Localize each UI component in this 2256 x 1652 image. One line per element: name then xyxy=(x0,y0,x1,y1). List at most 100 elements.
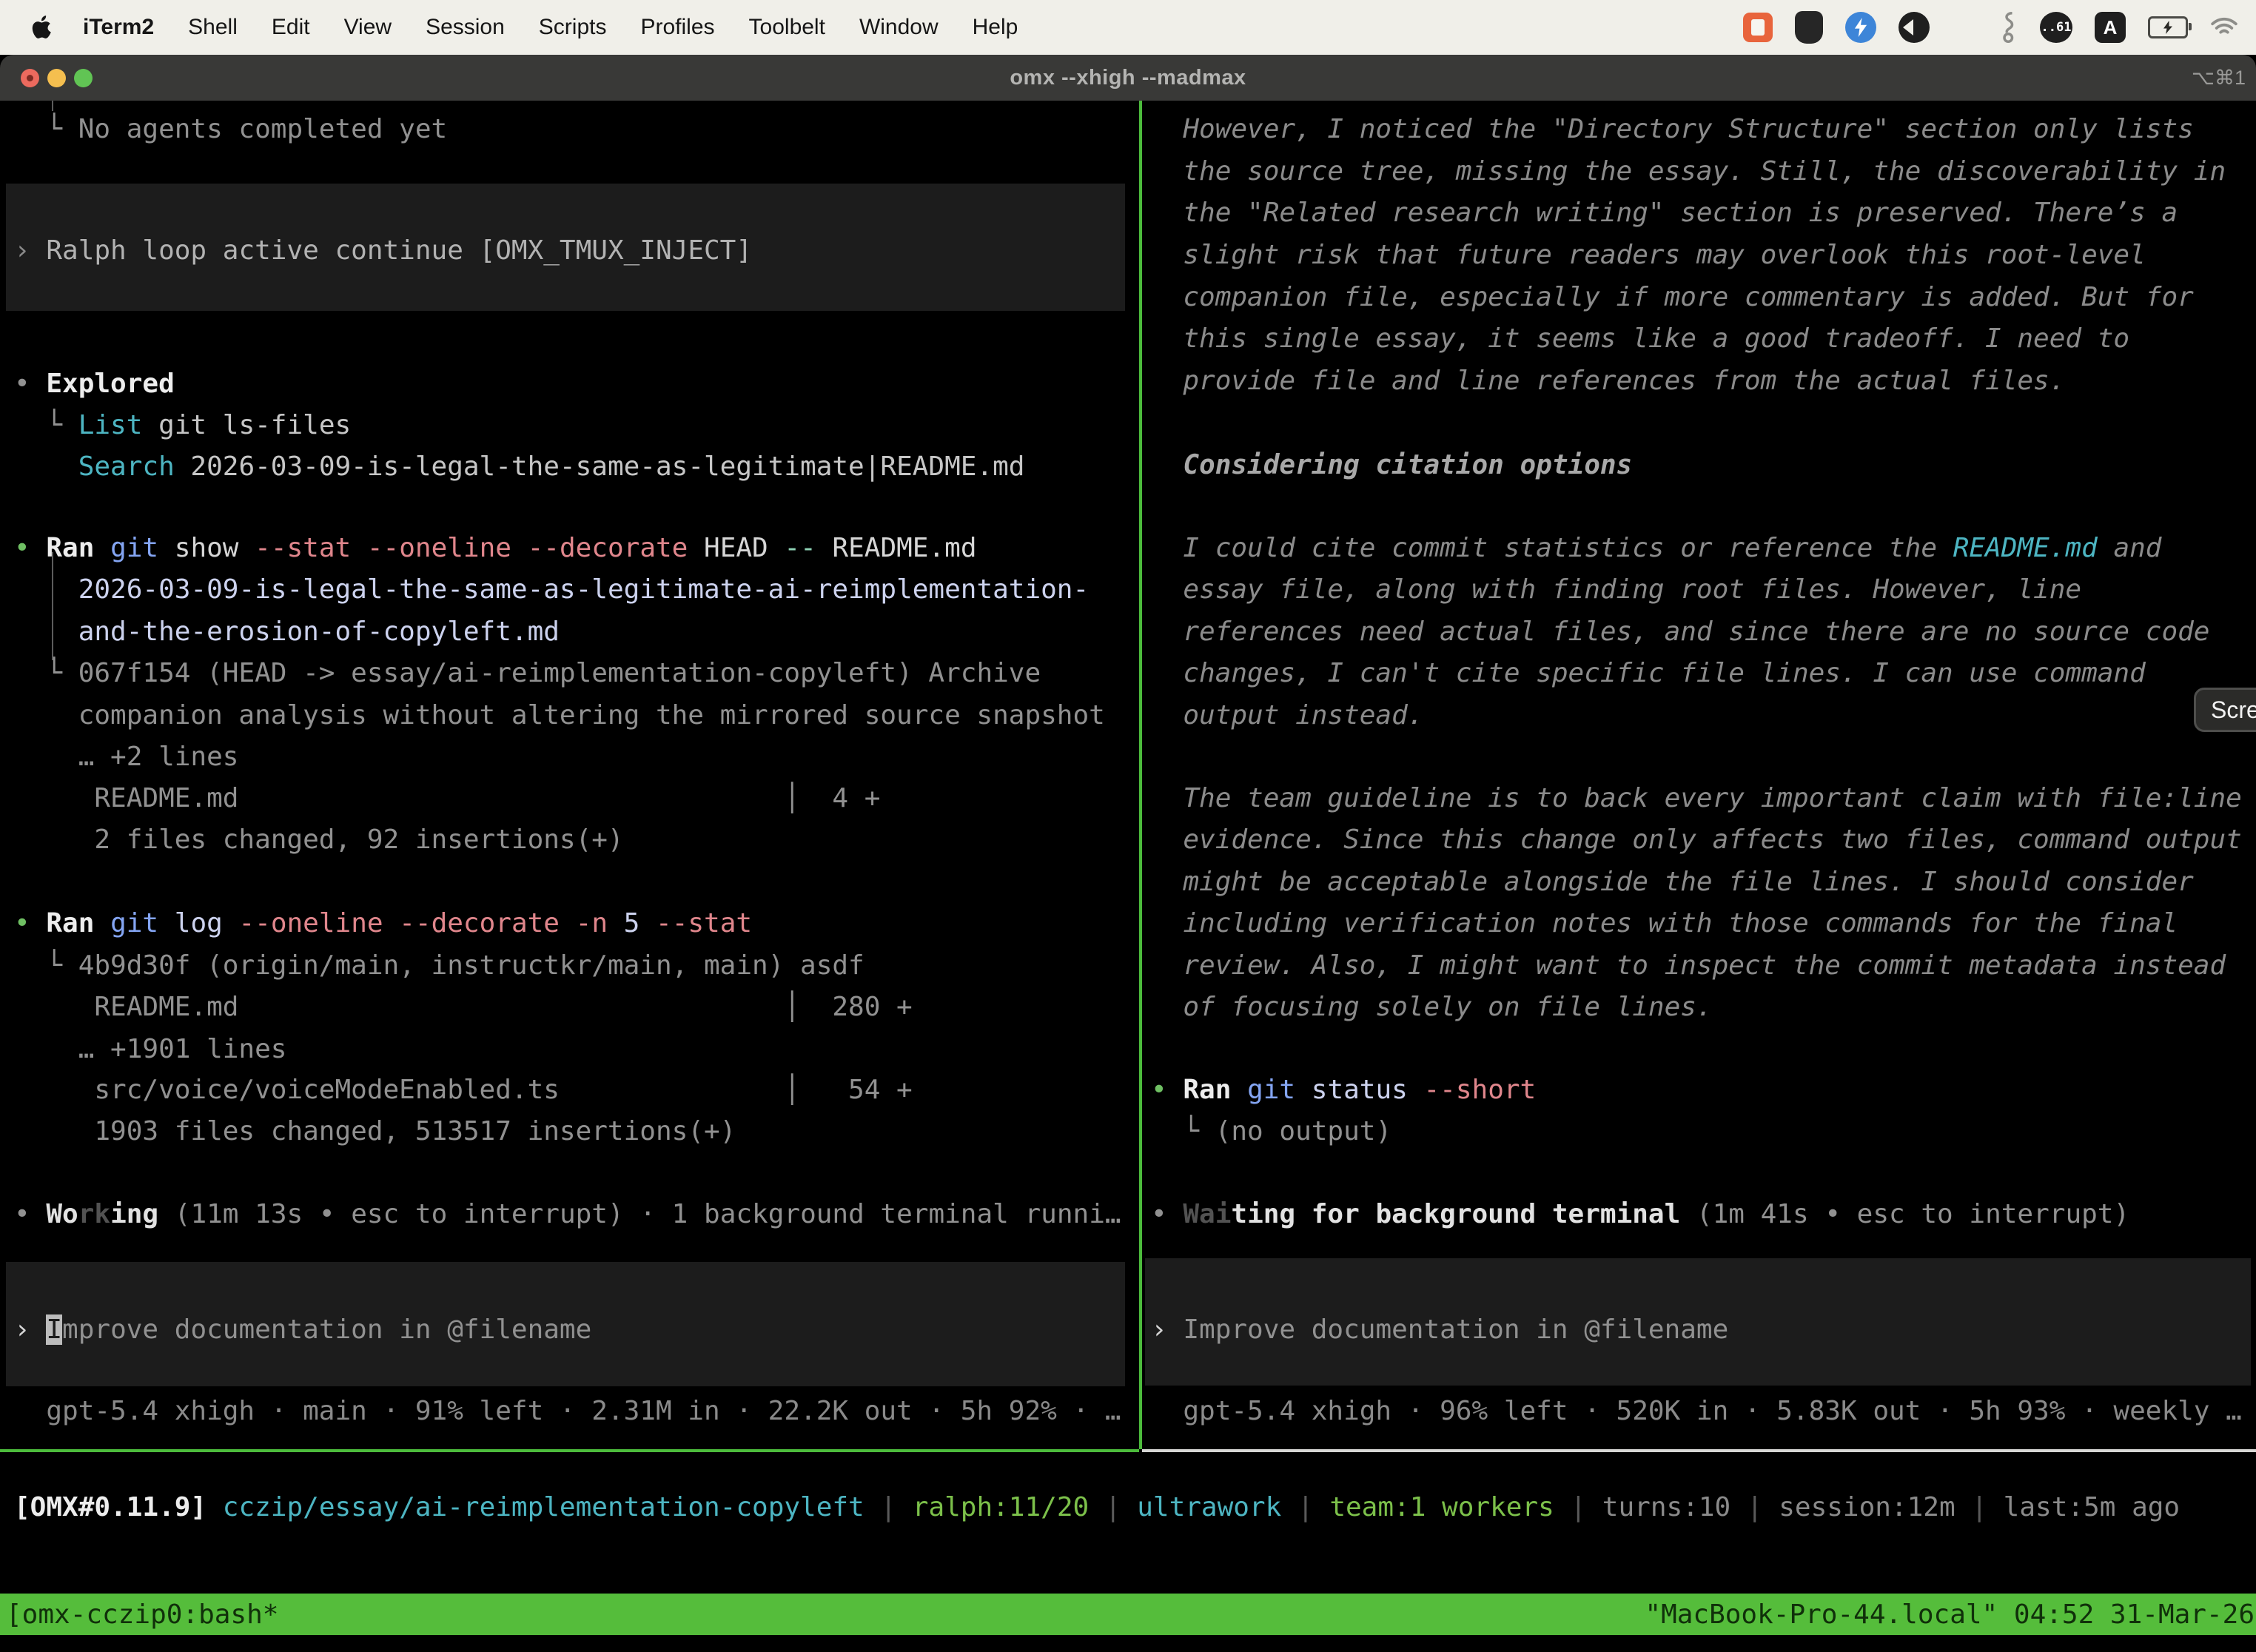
terminal-line: • Working (11m 13s • esc to interrupt) ·… xyxy=(14,1193,1121,1235)
text-segment: … +1901 lines xyxy=(14,1034,286,1064)
terminal-line: [OMX#0.11.9] cczip/essay/ai-reimplementa… xyxy=(14,1486,2180,1528)
menu-item-iterm2[interactable]: iTerm2 xyxy=(83,15,154,40)
terminal-line: provide file and line references from th… xyxy=(1151,360,2065,402)
text-segment: | xyxy=(1730,1492,1779,1522)
text-segment: README.md │ 280 + xyxy=(14,992,913,1022)
text-segment: Considering citation options xyxy=(1151,450,1632,480)
terminal-line: evidence. Since this change only affects… xyxy=(1151,819,2242,861)
terminal-line: and-the-erosion-of-copyleft.md xyxy=(14,611,560,653)
text-segment: gpt-5.4 xhigh · main · 91% left · 2.31M … xyxy=(14,1396,1121,1426)
shield-grid-icon[interactable] xyxy=(1795,11,1823,44)
terminal-line: Considering citation options xyxy=(1151,444,1632,486)
text-segment: slight risk that future readers may over… xyxy=(1151,240,2146,270)
menu-bar: iTerm2 Shell Edit View Session Scripts Profile… xyxy=(0,0,2256,55)
text-segment: 2026-03-09-is-legal-the-same-as-legitima… xyxy=(175,451,1025,482)
menu-item-help[interactable]: Help xyxy=(973,15,1018,40)
menu-bar-status-icons: ..61 A xyxy=(1743,0,2238,55)
text-segment: session:12m xyxy=(1779,1492,1955,1522)
text-segment: List xyxy=(78,410,143,440)
terminal-line: src/voice/voiceModeEnabled.ts │ 54 + xyxy=(14,1069,913,1111)
text-segment: (no output) xyxy=(1215,1116,1391,1146)
terminal-line: The team guideline is to back every impo… xyxy=(1151,777,2242,819)
text-segment: • xyxy=(14,908,46,939)
text-segment: • xyxy=(14,1199,46,1229)
text-segment: • xyxy=(1151,1075,1183,1105)
terminal-line: the source tree, missing the essay. Stil… xyxy=(1151,150,2226,192)
screen-share-chip[interactable]: Scre xyxy=(2194,688,2256,732)
tmux-status-bar: [omx-cczip0:bash* "MacBook-Pro-44.local"… xyxy=(0,1594,2256,1635)
text-segment xyxy=(94,533,110,563)
chat-app-icon[interactable] xyxy=(1743,13,1773,42)
text-segment: Wai xyxy=(1183,1199,1231,1229)
menu-item-window[interactable]: Window xyxy=(859,15,939,40)
menu-item-shell[interactable]: Shell xyxy=(188,15,238,40)
left-terminal-pane[interactable]: └ No agents completed yet› Ralph loop ac… xyxy=(0,101,1139,1449)
text-segment: … +2 lines xyxy=(14,742,238,772)
text-segment: └ No agents completed yet xyxy=(14,114,447,144)
dots-grid-icon[interactable] xyxy=(1952,14,1979,41)
menu-item-edit[interactable]: Edit xyxy=(272,15,310,40)
text-segment: 1903 files changed, 513517 insertions(+) xyxy=(14,1116,736,1146)
menu-item-view[interactable]: View xyxy=(344,15,392,40)
text-segment: cczip/essay/ai-reimplementation-copyleft xyxy=(223,1492,865,1522)
menu-items: iTerm2 Shell Edit View Session Scripts Profile… xyxy=(83,15,1018,40)
input-source-a-icon[interactable]: A xyxy=(2095,12,2126,43)
text-segment: the source tree, missing the essay. Stil… xyxy=(1151,156,2226,187)
text-segment: | xyxy=(1281,1492,1329,1522)
terminal-line: └ List git ls-files xyxy=(14,404,351,446)
terminal-line: 2 files changed, 92 insertions(+) xyxy=(14,819,624,861)
battery-icon[interactable] xyxy=(2148,16,2188,38)
terminal-line: └ 4b9d30f (origin/main, instructkr/main,… xyxy=(14,944,865,987)
text-segment: --stat --oneline --decorate xyxy=(255,533,688,563)
text-segment: • xyxy=(1151,1199,1183,1229)
text-segment: └ xyxy=(14,658,78,688)
text-segment: ultrawork xyxy=(1137,1492,1281,1522)
apple-menu-icon[interactable] xyxy=(30,13,55,42)
text-segment: and-the-erosion-of-copyleft.md xyxy=(78,617,560,647)
text-segment: essay file, along with finding root file… xyxy=(1151,574,2081,605)
terminal-line: the "Related research writing" section i… xyxy=(1151,192,2178,234)
window-title: omx --xhigh --madmax xyxy=(0,55,2256,101)
blue-bolt-icon[interactable] xyxy=(1845,12,1876,43)
timer-61-badge[interactable]: ..61 xyxy=(2040,12,2072,43)
terminal-line: └ No agents completed yet xyxy=(14,108,447,150)
wifi-icon[interactable] xyxy=(2210,16,2238,38)
text-segment: git ls-files xyxy=(142,410,351,440)
text-segment: evidence. Since this change only affects… xyxy=(1151,825,2242,855)
text-segment: The team guideline is to back every impo… xyxy=(1151,783,2242,813)
text-segment: companion file, especially if more comme… xyxy=(1151,282,2194,312)
menu-item-toolbelt[interactable]: Toolbelt xyxy=(749,15,825,40)
terminal-line: gpt-5.4 xhigh · 96% left · 520K in · 5.8… xyxy=(1151,1390,2242,1432)
text-segment: git xyxy=(110,533,158,563)
terminal-line: • Explored xyxy=(14,363,175,405)
text-segment: Explored xyxy=(46,369,174,399)
record-app-icon[interactable] xyxy=(1899,12,1930,43)
text-segment: I could cite commit statistics or refere… xyxy=(1151,533,1953,563)
menu-item-scripts[interactable]: Scripts xyxy=(539,15,607,40)
terminal-line: gpt-5.4 xhigh · main · 91% left · 2.31M … xyxy=(14,1390,1121,1432)
text-segment: the "Related research writing" section i… xyxy=(1151,198,2178,228)
hook-icon[interactable] xyxy=(2001,12,2018,43)
text-segment: 2 files changed, 92 insertions(+) xyxy=(14,825,624,855)
right-terminal-pane[interactable]: However, I noticed the "Directory Struct… xyxy=(1142,101,2256,1449)
terminal-line: 1903 files changed, 513517 insertions(+) xyxy=(14,1110,736,1152)
text-segment: └ xyxy=(14,950,78,981)
text-segment: README.md │ 4 + xyxy=(14,783,880,813)
terminal-line: › Improve documentation in @filename xyxy=(14,1309,591,1351)
text-segment: Ran xyxy=(1183,1075,1231,1105)
text-segment: ing xyxy=(110,1199,158,1229)
menu-item-session[interactable]: Session xyxy=(426,15,505,40)
text-segment: gpt-5.4 xhigh · 96% left · 520K in · 5.8… xyxy=(1151,1396,2242,1426)
terminal-line: └ (no output) xyxy=(1151,1110,1391,1152)
terminal-line: essay file, along with finding root file… xyxy=(1151,568,2081,611)
text-segment: › xyxy=(14,1314,46,1345)
text-segment: turns:10 xyxy=(1602,1492,1730,1522)
terminal-line: README.md │ 4 + xyxy=(14,777,880,819)
text-segment: including verification notes with those … xyxy=(1151,908,2178,939)
text-segment: show xyxy=(158,533,255,563)
text-segment: src/voice/voiceModeEnabled.ts │ 54 + xyxy=(14,1075,913,1105)
text-segment: references need actual files, and since … xyxy=(1151,617,2209,647)
terminal-line: I could cite commit statistics or refere… xyxy=(1151,527,2161,569)
text-segment: output instead. xyxy=(1151,700,1423,731)
menu-item-profiles[interactable]: Profiles xyxy=(640,15,714,40)
